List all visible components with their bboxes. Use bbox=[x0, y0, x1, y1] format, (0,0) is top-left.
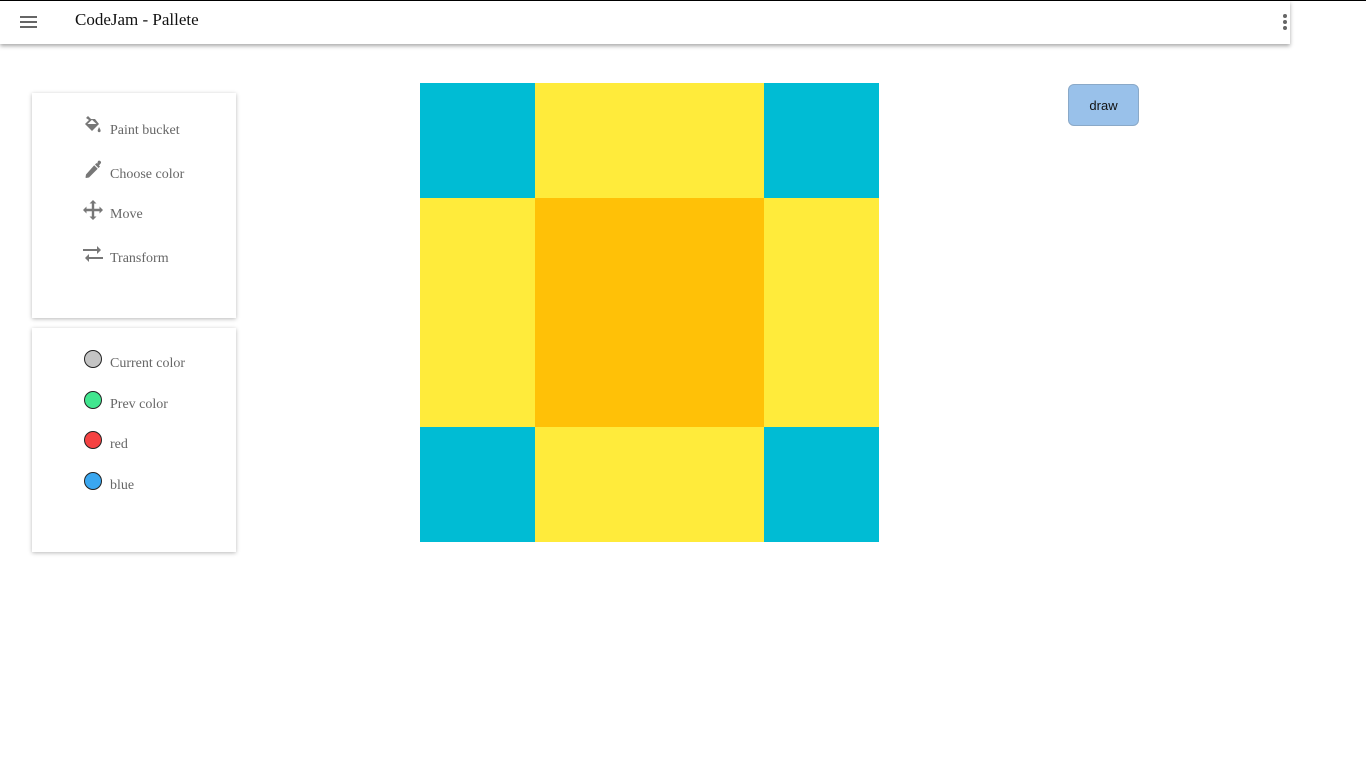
color-swatch-icon bbox=[82, 389, 104, 411]
canvas-cell-2-1[interactable] bbox=[534, 312, 650, 427]
color-current[interactable]: Current color bbox=[82, 348, 232, 376]
canvas-cell-0-2[interactable] bbox=[649, 83, 764, 198]
color-blue[interactable]: blue bbox=[82, 470, 232, 498]
color-label: blue bbox=[110, 478, 135, 493]
canvas-cell-1-0[interactable] bbox=[420, 197, 535, 313]
color-prev[interactable]: Prev color bbox=[82, 389, 232, 417]
canvas-cell-2-0[interactable] bbox=[420, 312, 535, 427]
canvas-cell-0-3[interactable] bbox=[763, 83, 879, 198]
color-label: Current color bbox=[110, 356, 186, 371]
canvas-cell-3-0[interactable] bbox=[420, 426, 535, 542]
app-title: CodeJam - Pallete bbox=[75, 10, 199, 29]
color-swatch-icon bbox=[82, 429, 104, 451]
tool-label: Move bbox=[110, 207, 143, 222]
color-label: Prev color bbox=[110, 397, 168, 412]
tool-label: Paint bucket bbox=[110, 123, 180, 138]
color-red[interactable]: red bbox=[82, 429, 232, 457]
canvas-cell-2-3[interactable] bbox=[763, 312, 879, 427]
app-bar: CodeJam - Pallete bbox=[0, 1, 1290, 44]
eyedropper-icon bbox=[82, 159, 104, 181]
canvas-cell-1-3[interactable] bbox=[763, 197, 879, 313]
canvas-cell-2-2[interactable] bbox=[649, 312, 764, 427]
color-swatch-icon bbox=[82, 348, 104, 370]
tool-transform[interactable]: Transform bbox=[82, 243, 232, 271]
paint-bucket-icon bbox=[82, 115, 104, 137]
move-icon bbox=[82, 199, 104, 221]
swap-arrows-icon bbox=[82, 243, 104, 265]
canvas-cell-3-2[interactable] bbox=[649, 426, 764, 542]
canvas-cell-1-1[interactable] bbox=[534, 197, 650, 313]
tool-move[interactable]: Move bbox=[82, 199, 232, 227]
colors-panel: Current color Prev color red blue bbox=[32, 328, 236, 552]
tool-choose-color[interactable]: Choose color bbox=[82, 159, 232, 187]
color-label: red bbox=[110, 437, 128, 452]
more-vert-icon[interactable] bbox=[1276, 10, 1294, 34]
drawing-canvas[interactable] bbox=[420, 83, 879, 542]
hamburger-menu-icon[interactable] bbox=[18, 11, 40, 33]
canvas-cell-0-0[interactable] bbox=[420, 83, 535, 198]
tool-label: Choose color bbox=[110, 167, 185, 182]
tool-paint-bucket[interactable]: Paint bucket bbox=[82, 115, 232, 143]
canvas-cell-0-1[interactable] bbox=[534, 83, 650, 198]
canvas-cell-3-1[interactable] bbox=[534, 426, 650, 542]
canvas-cell-1-2[interactable] bbox=[649, 197, 764, 313]
tool-label: Transform bbox=[110, 251, 169, 266]
color-swatch-icon bbox=[82, 470, 104, 492]
tools-panel: Paint bucket Choose color Move Transform bbox=[32, 93, 236, 318]
canvas-cell-3-3[interactable] bbox=[763, 426, 879, 542]
draw-button[interactable]: draw bbox=[1068, 84, 1139, 126]
